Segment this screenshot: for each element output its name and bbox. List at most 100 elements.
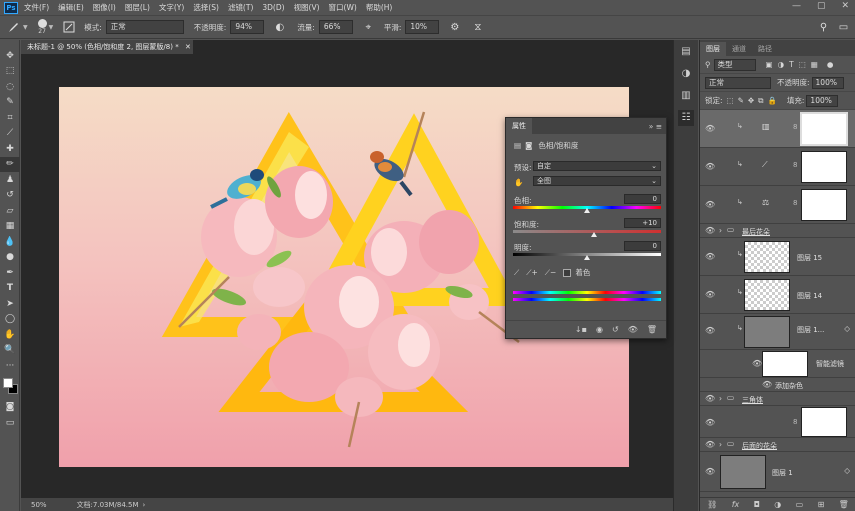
layer-mask-thumbnail[interactable] <box>801 189 847 221</box>
visibility-icon[interactable]: 👁 <box>628 325 638 334</box>
layer-row[interactable]: 👁 ↳ 图层 14 <box>700 276 855 314</box>
minimize-icon[interactable]: — <box>792 1 801 11</box>
eye-icon[interactable]: 👁 <box>705 440 715 449</box>
history-panel-icon[interactable]: ▤ <box>678 44 694 60</box>
eyedropper-tool-icon[interactable]: ⟋ <box>0 126 20 142</box>
tab-properties[interactable]: 属性 <box>506 118 532 134</box>
brush-preset-picker[interactable]: 27 <box>37 19 47 35</box>
document-tab[interactable]: 未标题-1 @ 50% (色相/饱和度 2, 图层蒙版/8) * ✕ <box>21 40 193 54</box>
eraser-tool-icon[interactable]: ▱ <box>0 203 20 219</box>
move-tool-icon[interactable]: ✥ <box>0 48 20 64</box>
layer-mask-thumbnail[interactable] <box>801 407 847 437</box>
gear-icon[interactable]: ⚙ <box>447 20 462 35</box>
menu-edit[interactable]: 编辑(E) <box>58 2 84 13</box>
hand-tool-icon[interactable]: ✋ <box>0 327 20 343</box>
add-mask-icon[interactable]: ◘ <box>754 500 760 509</box>
workspace-icon[interactable]: ▭ <box>836 20 851 35</box>
pen-tool-icon[interactable]: ✒ <box>0 265 20 281</box>
foreground-color-swatch[interactable] <box>3 377 13 388</box>
chevron-down-icon[interactable]: ▼ <box>49 24 54 31</box>
blur-tool-icon[interactable]: 💧 <box>0 234 20 250</box>
lock-options-icons[interactable]: ⬚✎✥⧉🔒 <box>727 96 781 106</box>
zoom-tool-icon[interactable]: 🔍 <box>0 343 20 359</box>
eye-icon[interactable]: 👁 <box>705 226 715 235</box>
menu-window[interactable]: 窗口(W) <box>329 2 357 13</box>
layer-row[interactable]: 👁 ↳ ⟋ 8 <box>700 148 855 186</box>
search-icon[interactable]: ⚲ <box>816 20 831 35</box>
layer-group-row[interactable]: 👁 › ▭ 后面的花朵 <box>700 438 855 452</box>
lasso-tool-icon[interactable]: ◌ <box>0 79 20 95</box>
airbrush-icon[interactable]: ⌖ <box>361 20 376 35</box>
channel-select[interactable]: 全图 ⌄ <box>533 176 661 186</box>
chevron-right-icon[interactable]: › <box>719 440 722 449</box>
layer-row[interactable]: 👁 ↳ 图层 1... ◇ <box>700 314 855 350</box>
menu-3d[interactable]: 3D(D) <box>262 3 284 12</box>
menu-image[interactable]: 图像(I) <box>93 2 116 13</box>
more-tools-icon[interactable]: ··· <box>0 358 20 374</box>
layer-style-icon[interactable]: fx <box>732 500 740 509</box>
saturation-slider-track[interactable] <box>513 230 661 233</box>
adjustments-panel-icon[interactable]: ◑ <box>678 66 694 82</box>
restore-icon[interactable]: ▢ <box>817 1 826 11</box>
eye-icon[interactable]: 👁 <box>752 359 762 368</box>
chevron-right-icon[interactable]: › <box>719 394 722 403</box>
filter-toggle-icon[interactable]: ● <box>827 60 834 69</box>
smart-filter-toggle-icon[interactable]: ◇ <box>844 324 850 333</box>
preset-select[interactable]: 自定 ⌄ <box>533 161 661 171</box>
menu-filter[interactable]: 滤镜(T) <box>228 2 253 13</box>
smart-filter-row[interactable]: 👁 智能滤镜 <box>700 350 855 378</box>
healing-tool-icon[interactable]: ✚ <box>0 141 20 157</box>
pressure-opacity-icon[interactable]: ◐ <box>272 20 287 35</box>
history-brush-icon[interactable]: ↺ <box>0 188 20 204</box>
menu-layer[interactable]: 图层(L) <box>125 2 150 13</box>
eye-icon[interactable]: 👁 <box>705 467 715 476</box>
gradient-tool-icon[interactable]: ▦ <box>0 219 20 235</box>
menu-type[interactable]: 文字(Y) <box>159 2 184 13</box>
layer-row[interactable]: 👁 8 <box>700 406 855 438</box>
mask-icon[interactable]: ◙ <box>525 141 532 150</box>
blend-mode-select[interactable]: 正常 <box>105 20 184 34</box>
menu-help[interactable]: 帮助(H) <box>366 2 393 13</box>
fill-input[interactable]: 100% <box>806 94 839 107</box>
path-select-tool-icon[interactable]: ➤ <box>0 296 20 312</box>
trash-icon[interactable]: 🗑 <box>839 500 849 509</box>
eye-icon[interactable]: 👁 <box>705 252 715 261</box>
new-group-icon[interactable]: ▭ <box>796 500 804 509</box>
layer-row[interactable]: 👁 ↳ ⚖ 8 <box>700 186 855 224</box>
layer-group-row[interactable]: 👁 › ▭ 三角体 <box>700 392 855 406</box>
layer-row[interactable]: 👁 ↳ 图层 15 <box>700 238 855 276</box>
chevron-right-icon[interactable]: › <box>143 501 146 509</box>
clip-to-layer-icon[interactable]: ↓▪ <box>575 325 587 334</box>
layer-mask-thumbnail[interactable] <box>800 112 848 146</box>
dodge-tool-icon[interactable]: ● <box>0 250 20 266</box>
eye-icon[interactable]: 👁 <box>705 394 715 403</box>
opacity-input[interactable]: 94% <box>230 20 265 34</box>
eye-icon[interactable]: 👁 <box>762 380 772 389</box>
eye-icon[interactable]: 👁 <box>705 290 715 299</box>
hue-input[interactable]: 0 <box>624 194 661 204</box>
brush-settings-icon[interactable] <box>61 20 76 35</box>
layer-row[interactable]: 👁 图层 1 ◇ <box>700 452 855 492</box>
trash-icon[interactable]: 🗑 <box>647 325 657 334</box>
lightness-input[interactable]: 0 <box>624 241 661 251</box>
layer-opacity-input[interactable]: 100% <box>811 76 844 89</box>
libraries-panel-icon[interactable]: ▥ <box>678 88 694 104</box>
symmetry-icon[interactable]: ⧖ <box>470 20 485 35</box>
color-swatches[interactable] <box>0 374 19 400</box>
chevron-right-icon[interactable]: › <box>719 226 722 235</box>
layer-row[interactable]: 👁 ↳ ▥ 8 <box>700 110 855 148</box>
type-tool-icon[interactable]: T <box>0 281 20 297</box>
eyedropper-add-icon[interactable]: ⟋+ <box>526 268 538 278</box>
eyedropper-icon[interactable]: ⟋ <box>514 268 519 278</box>
tab-paths[interactable]: 路径 <box>752 42 778 56</box>
eye-icon[interactable]: 👁 <box>705 124 715 133</box>
eyedropper-subtract-icon[interactable]: ⟋− <box>545 268 557 278</box>
brush-tool-icon[interactable]: ✏ <box>0 156 20 172</box>
hand-adjust-icon[interactable]: ✋ <box>514 178 523 187</box>
zoom-level[interactable]: 50% <box>31 501 47 509</box>
marquee-tool-icon[interactable]: ⬚ <box>0 64 20 80</box>
layer-filter-kind-select[interactable]: 类型 <box>713 58 756 71</box>
saturation-input[interactable]: +10 <box>624 218 661 228</box>
eye-icon[interactable]: 👁 <box>705 200 715 209</box>
chevron-down-icon[interactable]: ▼ <box>23 24 28 31</box>
